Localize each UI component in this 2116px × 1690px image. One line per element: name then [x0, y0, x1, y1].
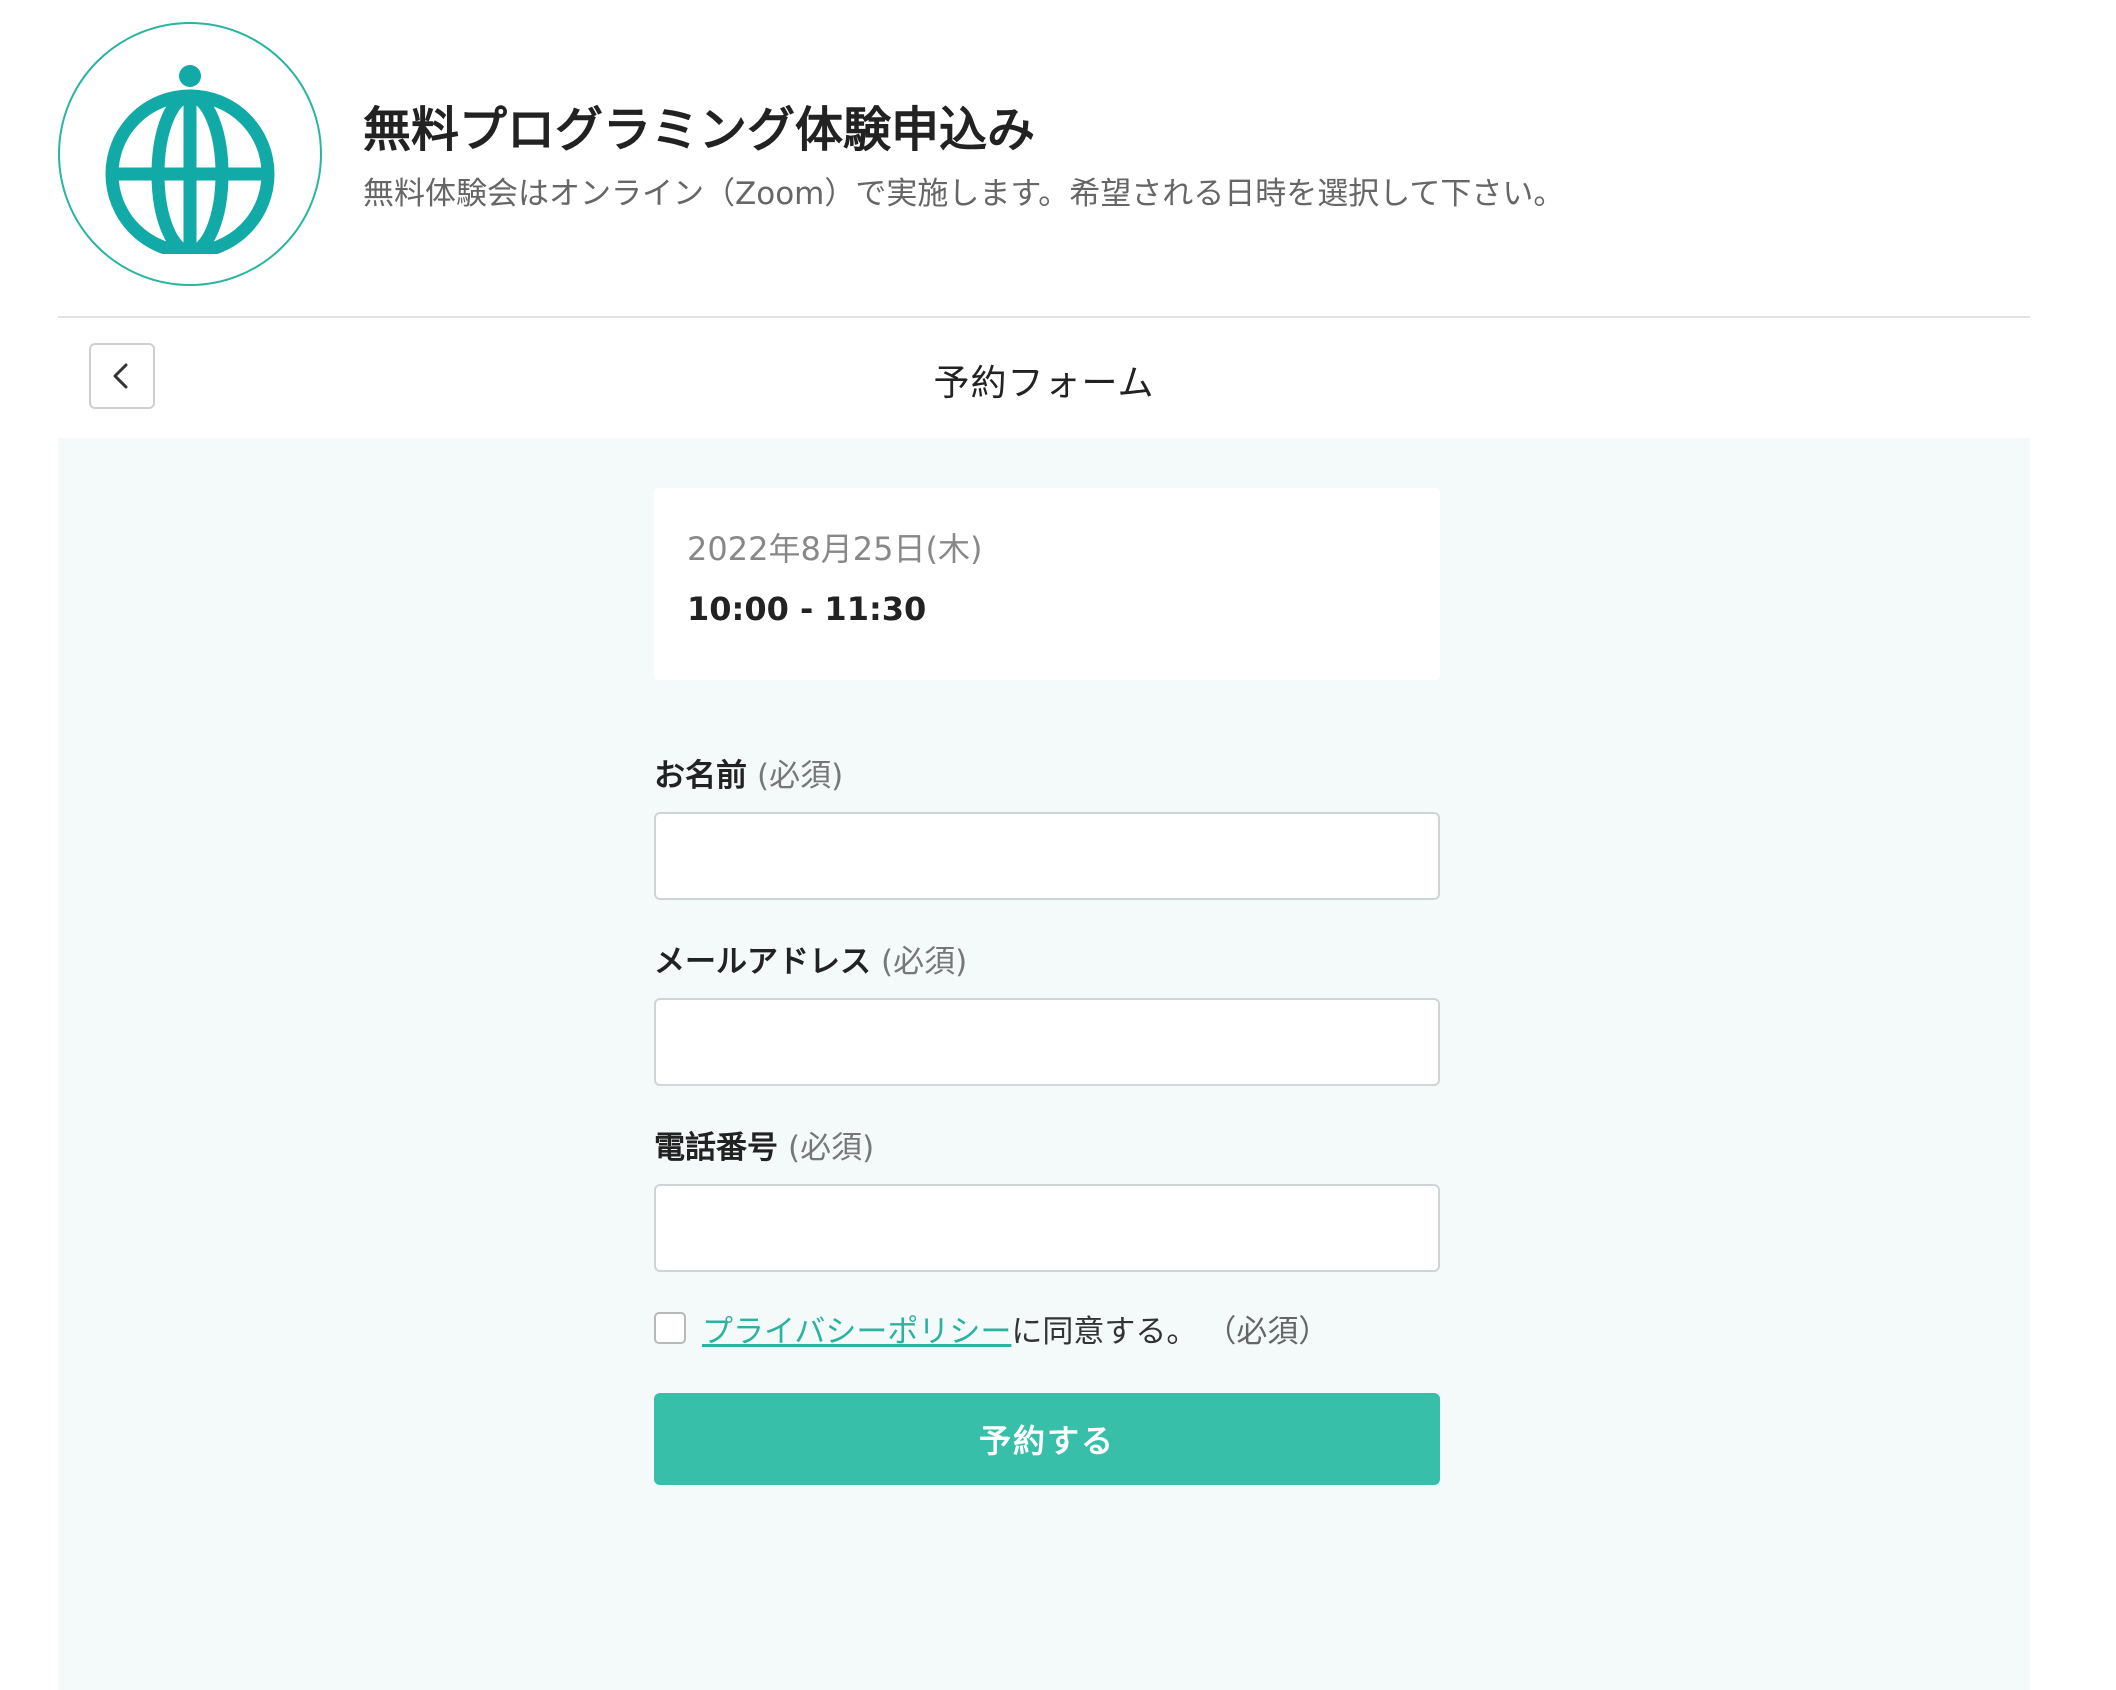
phone-label: 電話番号 (必須) [654, 1122, 874, 1167]
name-label: お名前 (必須) [654, 750, 843, 795]
selected-slot-card: 2022年8月25日(木) 10:00 - 11:30 [654, 488, 1440, 680]
required-mark: (必須) [881, 944, 968, 980]
privacy-consent-checkbox[interactable] [654, 1312, 686, 1344]
page-subtitle: 無料体験会はオンライン（Zoom）で実施します。希望される日時を選択して下さい。 [363, 176, 1565, 212]
consent-required-mark: （必須） [1205, 1313, 1330, 1350]
header: 無料プログラミング体験申込み 無料体験会はオンライン（Zoom）で実施します。希… [58, 22, 2030, 318]
page-title: 無料プログラミング体験申込み [363, 102, 1036, 158]
privacy-policy-link[interactable]: プライバシーポリシー [702, 1306, 1011, 1351]
required-mark: (必須) [788, 1130, 875, 1166]
email-field[interactable] [654, 998, 1440, 1086]
logo [58, 22, 322, 286]
phone-field[interactable] [654, 1184, 1440, 1272]
reserve-button[interactable]: 予約する [654, 1393, 1440, 1485]
name-field[interactable] [654, 812, 1440, 900]
privacy-consent: プライバシーポリシー に同意する。 （必須） [654, 1306, 1329, 1350]
slot-date: 2022年8月25日(木) [687, 530, 983, 568]
page: 無料プログラミング体験申込み 無料体験会はオンライン（Zoom）で実施します。希… [0, 0, 2116, 1690]
form-area: 2022年8月25日(木) 10:00 - 11:30 お名前 (必須) メールア… [58, 438, 2030, 1690]
name-label-text: お名前 [654, 758, 747, 794]
slot-time: 10:00 - 11:30 [687, 590, 927, 628]
globe-person-icon [105, 65, 275, 254]
email-label-text: メールアドレス [654, 944, 871, 980]
email-label: メールアドレス (必須) [654, 936, 967, 981]
form-heading: 予約フォーム [933, 363, 1155, 404]
toolbar: 予約フォーム [58, 320, 2030, 438]
consent-text: に同意する。 [1011, 1313, 1198, 1350]
required-mark: (必須) [757, 758, 844, 794]
phone-label-text: 電話番号 [654, 1130, 778, 1166]
